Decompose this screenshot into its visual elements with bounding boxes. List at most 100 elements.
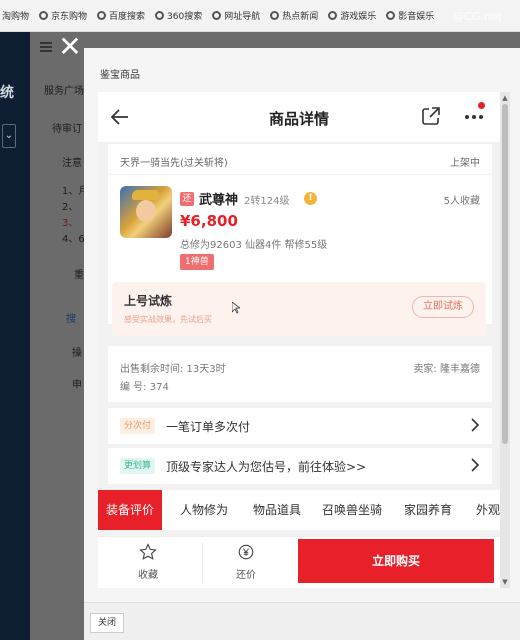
globe-icon: [39, 11, 49, 20]
background-sidebar: 统 ⌄: [0, 32, 30, 640]
seller-name: 卖家: 隆丰嘉德: [413, 364, 480, 375]
bookmark-label: 游戏娱乐: [340, 12, 377, 22]
scrollbar-thumb[interactable]: [502, 104, 508, 444]
estimate-tag: 更划算: [120, 458, 156, 474]
price: ¥6,800: [180, 212, 238, 230]
level-info: 2转124级: [244, 196, 290, 207]
scroll-down-icon[interactable]: ▼: [500, 578, 510, 586]
bg-sidebar-title: 统: [0, 85, 14, 101]
divider: [108, 174, 492, 175]
globe-icon: [212, 11, 222, 20]
estimate-text: 顶级专家达人为您估号，前往体验>>: [166, 460, 367, 474]
more-icon[interactable]: [462, 105, 488, 129]
bookmark-item[interactable]: 淘购物: [2, 9, 29, 22]
status-badge: 上架中: [450, 158, 480, 169]
trial-button[interactable]: 立即试炼: [412, 296, 474, 318]
bg-text: 4、6: [62, 234, 85, 245]
sale-info-card: 出售剩余时间: 13天3时 卖家: 隆丰嘉德 编 号: 374: [108, 346, 492, 402]
favorite-label: 收藏: [138, 570, 158, 581]
bookmark-label: 影音娱乐: [398, 12, 435, 22]
bg-text: 操: [72, 348, 82, 359]
globe-icon: [386, 11, 396, 20]
scroll-up-icon[interactable]: ▲: [500, 94, 510, 102]
installment-tag: 分次付: [120, 418, 156, 434]
yen-coin-icon: [238, 544, 254, 560]
watermark: @CG.net: [453, 10, 502, 23]
bookmark-item[interactable]: 游戏娱乐: [328, 9, 376, 22]
bg-text: 待审订: [52, 124, 82, 135]
modal-panel: 鉴宝商品 商品详情 天界一骑当先(过关斩将) 上架中 还 武尊神 2转124级 …: [84, 48, 520, 640]
server-name: 天界一骑当先(过关斩将): [120, 158, 228, 169]
chevron-down-icon: ⌄: [2, 124, 16, 148]
trial-subtitle: 感受实战效果，先试后买: [124, 315, 212, 324]
bg-text: 搜: [66, 314, 76, 325]
tab-items[interactable]: 物品道具: [253, 490, 301, 530]
bg-text: 服务广场: [44, 86, 84, 97]
estimate-row[interactable]: 更划算 顶级专家达人为您估号，前往体验>>: [108, 448, 492, 484]
bookmark-label: 京东购物: [51, 12, 88, 22]
bargain-tag: 还: [180, 192, 194, 206]
bargain-button[interactable]: 还价: [216, 543, 276, 581]
bookmark-bar: 淘购物 京东购物 百度搜索 360搜索 网址导航 热点新闻 游戏娱乐 影音娱乐: [0, 0, 520, 32]
menu-icon: [40, 42, 52, 52]
bg-text: 注意: [62, 158, 82, 169]
info-icon[interactable]: !: [304, 192, 317, 205]
bg-text: 申: [72, 380, 82, 391]
character-avatar: [120, 186, 172, 238]
bookmark-label: 百度搜索: [109, 12, 146, 22]
globe-icon: [155, 11, 165, 20]
sale-remaining-time: 出售剩余时间: 13天3时: [120, 364, 226, 375]
star-icon: [139, 543, 157, 560]
nav-bar: 商品详情: [98, 92, 500, 142]
bookmark-item[interactable]: 360搜索: [155, 9, 202, 22]
trial-title: 上号试炼: [124, 294, 173, 308]
character-stats: 总修为92603 仙器4件 帮修55级: [180, 240, 328, 251]
tab-summon-mounts[interactable]: 召唤兽坐骑: [322, 490, 382, 530]
bookmark-item[interactable]: 网址导航: [212, 9, 260, 22]
globe-icon: [97, 11, 107, 20]
installment-row[interactable]: 分次付 一笔订单多次付: [108, 408, 492, 444]
bg-text: 2、: [62, 202, 79, 213]
tab-appearance[interactable]: 外观: [476, 490, 500, 530]
crown-icon: [132, 190, 160, 200]
bookmark-item[interactable]: 京东购物: [39, 9, 87, 22]
close-icon[interactable]: ✕: [56, 33, 84, 62]
chevron-right-icon: [471, 458, 480, 472]
serial-number: 编 号: 374: [120, 382, 169, 393]
bookmark-label: 360搜索: [167, 12, 203, 22]
scrollbar[interactable]: ▲ ▼: [500, 92, 510, 588]
globe-icon: [270, 11, 280, 20]
bg-text: 重: [74, 270, 84, 281]
trial-banner: 上号试炼 感受实战效果，先试后买 立即试炼: [112, 282, 486, 336]
bookmark-item[interactable]: 百度搜索: [97, 9, 145, 22]
character-name: 武尊神: [199, 193, 239, 208]
bookmark-label: 热点新闻: [282, 12, 319, 22]
share-icon[interactable]: [420, 105, 442, 127]
close-button[interactable]: 关闭: [90, 613, 124, 633]
notification-dot: [478, 102, 485, 109]
favorite-button[interactable]: 收藏: [118, 543, 178, 581]
tab-equipment-review[interactable]: 装备评价: [98, 490, 163, 530]
tab-home[interactable]: 家园养育: [404, 490, 452, 530]
bookmark-label: 淘购物: [2, 12, 30, 22]
favorites-count: 5人收藏: [443, 196, 480, 207]
beast-tag: 1神兽: [180, 254, 214, 270]
modal-title: 鉴宝商品: [100, 70, 140, 81]
bookmark-item[interactable]: 热点新闻: [270, 9, 318, 22]
mouse-cursor-icon: [232, 302, 240, 314]
face-icon: [136, 200, 156, 222]
installment-text: 一笔订单多次付: [166, 420, 251, 434]
detail-tabs: 装备评价 人物修为 物品道具 召唤兽坐骑 家园养育 外观: [98, 490, 500, 530]
modal-footer: 关闭: [84, 602, 520, 640]
product-detail-frame: 商品详情 天界一骑当先(过关斩将) 上架中 还 武尊神 2转124级 ! 5人收…: [98, 92, 510, 588]
chevron-right-icon: [471, 418, 480, 432]
bottom-action-bar: 收藏 还价 立即购买: [98, 536, 500, 588]
buy-now-button[interactable]: 立即购买: [298, 539, 494, 583]
bg-text: 3、: [62, 218, 79, 229]
divider: [202, 543, 203, 583]
tab-character-cultivation[interactable]: 人物修为: [180, 490, 228, 530]
bookmark-label: 网址导航: [224, 12, 261, 22]
bookmark-item[interactable]: 影音娱乐: [386, 9, 434, 22]
bargain-label: 还价: [236, 570, 256, 581]
globe-icon: [328, 11, 338, 20]
